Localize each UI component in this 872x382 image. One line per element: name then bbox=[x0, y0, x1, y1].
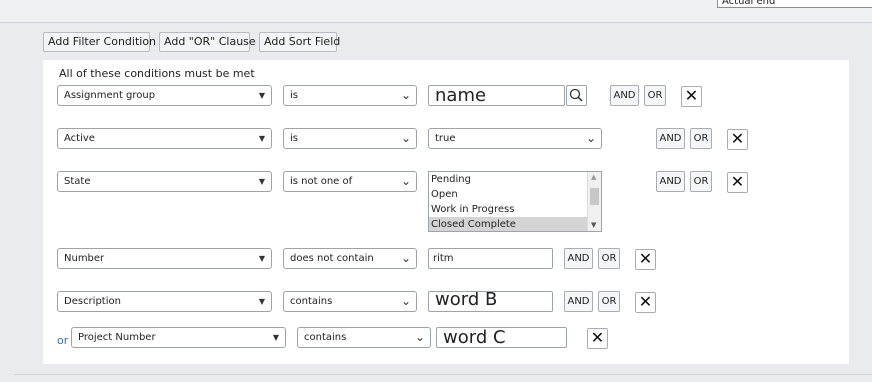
chevron-down-icon: ⌄ bbox=[400, 88, 411, 102]
chevron-down-icon: ⌄ bbox=[585, 131, 596, 145]
remove-condition-button[interactable]: ✕ bbox=[727, 129, 748, 150]
field-label: Assignment group bbox=[64, 90, 156, 101]
dropdown-arrow-icon: ▼ bbox=[272, 333, 279, 342]
operator-select-contains[interactable]: contains ⌄ bbox=[297, 327, 431, 348]
operator-label: contains bbox=[304, 332, 347, 343]
and-button[interactable]: AND bbox=[564, 291, 593, 312]
list-option-selected[interactable]: Closed Complete bbox=[429, 217, 601, 231]
operator-label: is not one of bbox=[290, 176, 353, 187]
chevron-down-icon: ⌄ bbox=[414, 330, 425, 344]
dropdown-arrow-icon: ▼ bbox=[258, 91, 265, 100]
and-button[interactable]: AND bbox=[656, 128, 685, 149]
or-clause-label: or bbox=[57, 334, 69, 347]
close-icon: ✕ bbox=[684, 86, 699, 105]
field-select-number[interactable]: Number ▼ bbox=[57, 248, 272, 269]
and-button[interactable]: AND bbox=[656, 171, 685, 192]
list-option[interactable]: Pending bbox=[429, 172, 601, 187]
divider bbox=[14, 374, 872, 375]
top-field-input[interactable]: Actual end bbox=[717, 0, 872, 8]
remove-condition-button[interactable]: ✕ bbox=[681, 86, 702, 107]
field-select-description[interactable]: Description ▼ bbox=[57, 291, 272, 312]
search-icon bbox=[569, 88, 583, 102]
chevron-down-icon: ⌄ bbox=[400, 131, 411, 145]
field-select-assignment-group[interactable]: Assignment group ▼ bbox=[57, 85, 272, 106]
or-button[interactable]: OR bbox=[598, 291, 620, 312]
field-label: Number bbox=[64, 253, 105, 264]
operator-select-contains[interactable]: contains ⌄ bbox=[283, 291, 417, 312]
remove-condition-button[interactable]: ✕ bbox=[587, 328, 608, 349]
value-input-ritm[interactable]: ritm bbox=[428, 248, 553, 269]
scroll-thumb[interactable] bbox=[590, 188, 599, 205]
close-icon: ✕ bbox=[638, 249, 653, 268]
list-option[interactable]: Open bbox=[429, 187, 601, 202]
field-label: State bbox=[64, 176, 91, 187]
or-button[interactable]: OR bbox=[690, 128, 712, 149]
state-options-listbox[interactable]: Pending Open Work in Progress Closed Com… bbox=[428, 171, 602, 232]
operator-select-is[interactable]: is ⌄ bbox=[283, 85, 417, 106]
close-icon: ✕ bbox=[730, 172, 745, 191]
and-button[interactable]: AND bbox=[564, 248, 593, 269]
remove-condition-button[interactable]: ✕ bbox=[635, 249, 656, 270]
value-label: true bbox=[435, 133, 456, 144]
value-input-word-b[interactable]: word B bbox=[428, 291, 553, 312]
field-select-project-number[interactable]: Project Number ▼ bbox=[71, 327, 286, 348]
list-option[interactable]: Work in Progress bbox=[429, 202, 601, 217]
operator-select-is[interactable]: is ⌄ bbox=[283, 128, 417, 149]
chevron-down-icon: ⌄ bbox=[400, 294, 411, 308]
value-input-name[interactable]: name bbox=[428, 85, 565, 106]
operator-label: is bbox=[290, 133, 298, 144]
field-select-active[interactable]: Active ▼ bbox=[57, 128, 272, 149]
close-icon: ✕ bbox=[730, 129, 745, 148]
or-button[interactable]: OR bbox=[598, 248, 620, 269]
top-bar: Actual end bbox=[0, 0, 872, 23]
lookup-button[interactable] bbox=[566, 85, 587, 106]
remove-condition-button[interactable]: ✕ bbox=[635, 292, 656, 313]
field-label: Description bbox=[64, 296, 121, 307]
field-label: Active bbox=[64, 133, 95, 144]
add-or-clause-button[interactable]: Add "OR" Clause bbox=[159, 32, 256, 52]
operator-label: contains bbox=[290, 296, 333, 307]
conditions-title: All of these conditions must be met bbox=[59, 67, 255, 80]
dropdown-arrow-icon: ▼ bbox=[258, 134, 265, 143]
chevron-down-icon: ⌄ bbox=[400, 174, 411, 188]
operator-select-is-not-one-of[interactable]: is not one of ⌄ bbox=[283, 171, 417, 192]
scroll-down-icon[interactable]: ▼ bbox=[591, 221, 596, 229]
operator-select-does-not-contain[interactable]: does not contain ⌄ bbox=[283, 248, 417, 269]
dropdown-arrow-icon: ▼ bbox=[258, 297, 265, 306]
value-input-word-c[interactable]: word C bbox=[436, 327, 567, 348]
dropdown-arrow-icon: ▼ bbox=[258, 177, 265, 186]
close-icon: ✕ bbox=[638, 292, 653, 311]
operator-label: does not contain bbox=[290, 253, 374, 264]
scroll-up-icon[interactable]: ▲ bbox=[591, 173, 596, 181]
or-button[interactable]: OR bbox=[690, 171, 712, 192]
add-filter-condition-button[interactable]: Add Filter Condition bbox=[43, 32, 156, 52]
value-select-true[interactable]: true ⌄ bbox=[428, 128, 602, 149]
chevron-down-icon: ⌄ bbox=[400, 251, 411, 265]
dropdown-arrow-icon: ▼ bbox=[258, 254, 265, 263]
add-sort-field-button[interactable]: Add Sort Field bbox=[259, 32, 340, 52]
and-button[interactable]: AND bbox=[610, 85, 639, 106]
field-select-state[interactable]: State ▼ bbox=[57, 171, 272, 192]
operator-label: is bbox=[290, 90, 298, 101]
close-icon: ✕ bbox=[590, 328, 605, 347]
field-label: Project Number bbox=[78, 332, 156, 343]
listbox-scrollbar[interactable]: ▲ ▼ bbox=[587, 172, 601, 231]
or-button[interactable]: OR bbox=[644, 85, 666, 106]
remove-condition-button[interactable]: ✕ bbox=[727, 172, 748, 193]
